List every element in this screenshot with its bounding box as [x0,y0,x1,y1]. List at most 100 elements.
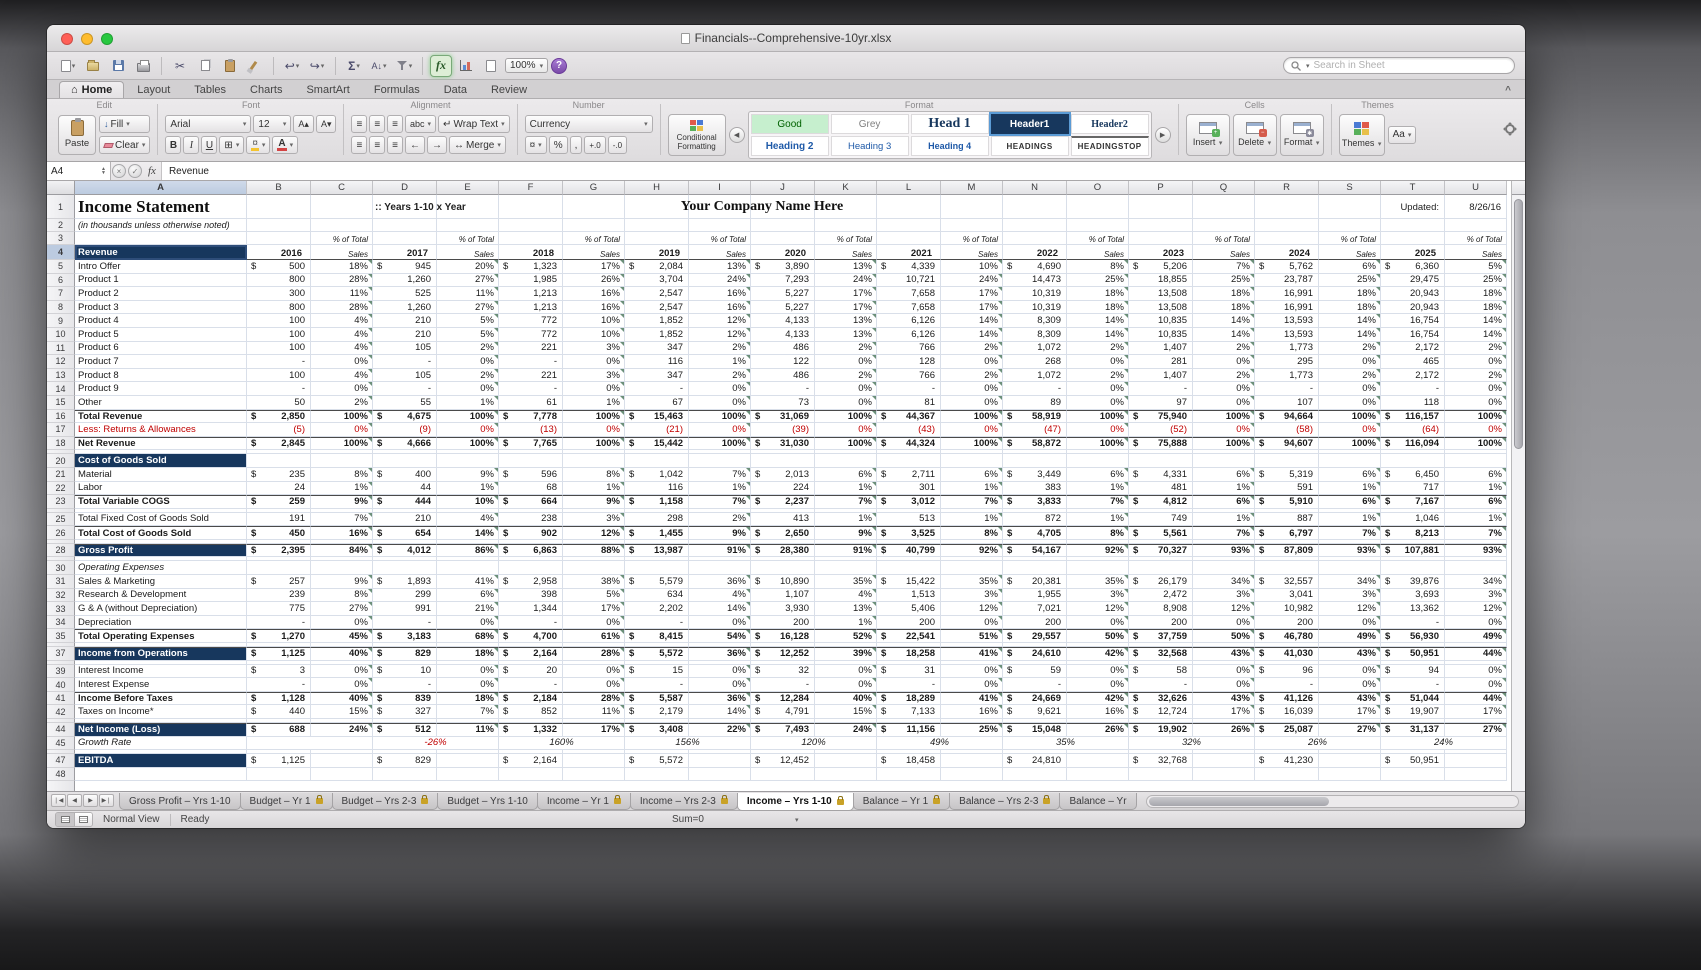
cell-C35[interactable]: 45% [311,629,373,643]
row-header-12[interactable]: 12 [47,355,75,369]
tab-smartart[interactable]: SmartArt [295,82,360,98]
cell-B34[interactable]: - [247,616,311,630]
cell-N42[interactable]: $9,621 [1003,705,1067,719]
cell-Q8[interactable]: 18% [1193,301,1255,315]
cell-I33[interactable]: 14% [689,602,751,616]
cell-N8[interactable]: 10,319 [1003,301,1067,315]
redo-button[interactable]: ↪▾ [306,55,328,77]
cell-Q17[interactable]: 0% [1193,423,1255,437]
row-label-23[interactable]: Total Variable COGS [75,495,247,509]
increase-indent-button[interactable]: → [427,136,447,154]
cell-G39[interactable]: 0% [563,665,625,679]
cell-O47[interactable] [1067,754,1129,768]
cell-L11[interactable]: 766 [877,342,941,356]
cell-O9[interactable]: 14% [1067,314,1129,328]
cell-J44[interactable]: $7,493 [751,723,815,737]
cell-J35[interactable]: $16,128 [751,629,815,643]
cell-N32[interactable]: 1,955 [1003,589,1067,603]
cell-O5[interactable]: 8% [1067,260,1129,274]
cell-F8[interactable]: 1,213 [499,301,563,315]
row-label-6[interactable]: Product 1 [75,274,247,288]
cell-L35[interactable]: $22,541 [877,629,941,643]
cell-C13[interactable]: 4% [311,369,373,383]
cell-C18[interactable]: 100% [311,437,373,451]
cell-T42[interactable]: $19,907 [1381,705,1445,719]
merge-button[interactable]: ↔Merge▾ [449,136,506,154]
cell[interactable] [1003,561,1067,575]
zoom-control[interactable]: 100% ▾ [505,58,548,73]
cell-B11[interactable]: 100 [247,342,311,356]
help-button[interactable]: ? [551,58,567,74]
cell-O33[interactable]: 12% [1067,602,1129,616]
cell[interactable] [1003,195,1067,219]
cell-U10[interactable]: 14% [1445,328,1507,342]
cell-D21[interactable]: $400 [373,468,437,482]
cell-B8[interactable]: 800 [247,301,311,315]
cell-L7[interactable]: 7,658 [877,287,941,301]
copy-button[interactable] [194,55,216,77]
cell-F32[interactable]: 398 [499,589,563,603]
cell-E37[interactable]: 18% [437,647,499,661]
collapse-ribbon-button[interactable]: ^ [1505,85,1511,96]
cell-D33[interactable]: 991 [373,602,437,616]
cell-I6[interactable]: 24% [689,274,751,288]
cell-U15[interactable]: 0% [1445,396,1507,410]
cell-I13[interactable]: 2% [689,369,751,383]
cell-R35[interactable]: $46,780 [1255,629,1319,643]
cell-O22[interactable]: 1% [1067,482,1129,496]
row-label-5[interactable]: Intro Offer [75,260,247,274]
cell-I32[interactable]: 4% [689,589,751,603]
cell-G12[interactable]: 0% [563,355,625,369]
cell[interactable] [1129,454,1193,468]
cell-N41[interactable]: $24,669 [1003,692,1067,706]
cell-J25[interactable]: 413 [751,513,815,527]
cell[interactable] [751,232,815,245]
cell-H17[interactable]: (21) [625,423,689,437]
cell[interactable] [689,219,751,232]
cell-R10[interactable]: 13,593 [1255,328,1319,342]
cell-F28[interactable]: $6,863 [499,544,563,558]
cell-D41[interactable]: $839 [373,692,437,706]
cell-K25[interactable]: 1% [815,513,877,527]
cell-K40[interactable]: 0% [815,678,877,692]
row-label-17[interactable]: Less: Returns & Allowances [75,423,247,437]
row-label-28[interactable]: Gross Profit [75,544,247,558]
cell-I40[interactable]: 0% [689,678,751,692]
cell-G42[interactable]: 11% [563,705,625,719]
cell-M11[interactable]: 2% [941,342,1003,356]
cell-F18[interactable]: $7,765 [499,437,563,451]
tab-data[interactable]: Data [433,82,478,98]
cell-K17[interactable]: 0% [815,423,877,437]
cell-H6[interactable]: 3,704 [625,274,689,288]
cell-I34[interactable]: 0% [689,616,751,630]
cell-D23[interactable]: $444 [373,495,437,509]
cell[interactable] [247,195,311,219]
row-label-35[interactable]: Total Operating Expenses [75,629,247,643]
cell[interactable] [877,561,941,575]
cell-M47[interactable] [941,754,1003,768]
cell-J17[interactable]: (39) [751,423,815,437]
style-head-1[interactable]: Head 1 [911,114,989,134]
cell[interactable] [1319,219,1381,232]
style-good[interactable]: Good [751,114,829,134]
cell-G13[interactable]: 3% [563,369,625,383]
cell-H33[interactable]: 2,202 [625,602,689,616]
cell[interactable] [941,454,1003,468]
cell-Q12[interactable]: 0% [1193,355,1255,369]
cell-C21[interactable]: 8% [311,468,373,482]
name-box-stepper[interactable]: ▲▼ [101,167,106,175]
cell[interactable] [1319,454,1381,468]
cell[interactable] [311,768,373,782]
cell-S44[interactable]: 27% [1319,723,1381,737]
cell-F14[interactable]: - [499,382,563,396]
cell-E32[interactable]: 6% [437,589,499,603]
cell-J12[interactable]: 122 [751,355,815,369]
cell-Q6[interactable]: 25% [1193,274,1255,288]
cell[interactable] [1381,561,1445,575]
row-header-39[interactable]: 39 [47,665,75,679]
number-format-select[interactable]: Currency▾ [525,115,653,133]
cell[interactable] [1129,768,1193,782]
row-label-44[interactable]: Net Income (Loss) [75,723,247,737]
row-label-18[interactable]: Net Revenue [75,437,247,451]
cell-T23[interactable]: $7,167 [1381,495,1445,509]
